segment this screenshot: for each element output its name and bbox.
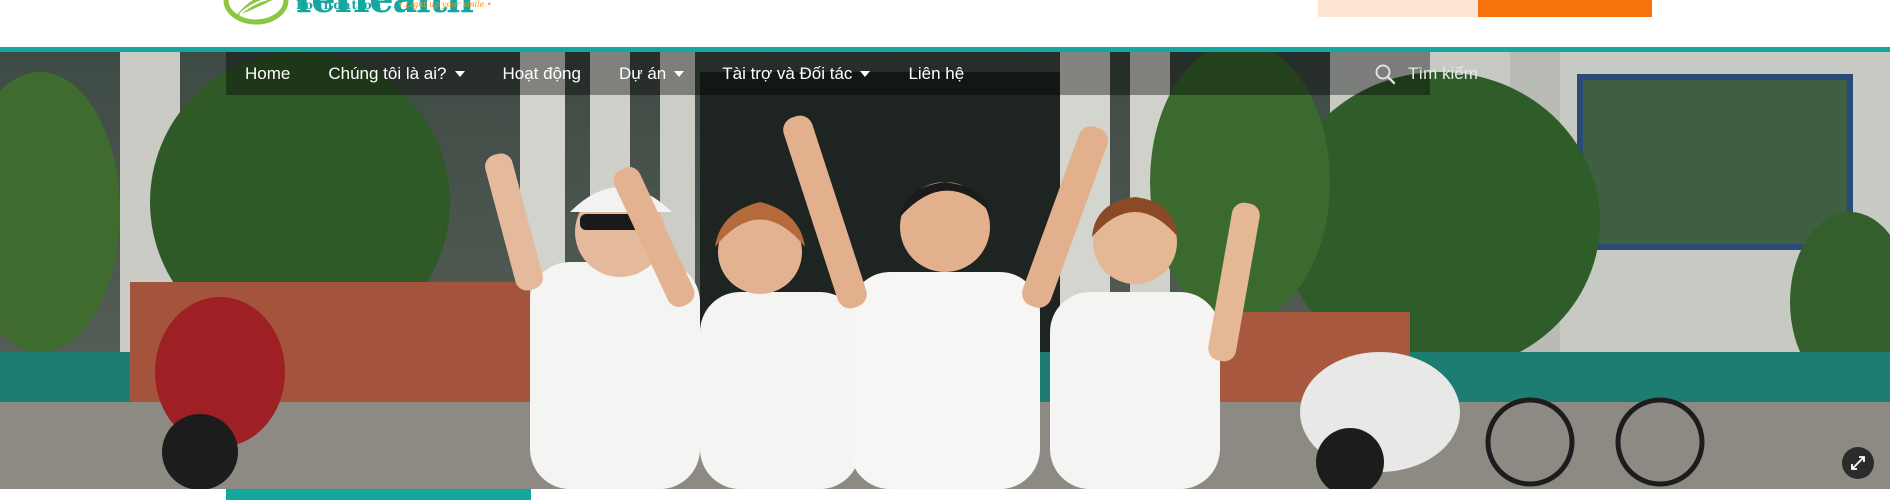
site-logo[interactable]: feHealth Foundation • Light up your smil… (222, 0, 502, 26)
scrollbar-gutter (1890, 0, 1895, 500)
leaf-logo-icon (223, 0, 289, 25)
nav-item-contact[interactable]: Liên hệ (908, 64, 964, 84)
search-icon[interactable] (1374, 63, 1396, 85)
team-waving-photo (0, 52, 1890, 489)
nav-item-who-we-are[interactable]: Chúng tôi là ai? (328, 63, 465, 84)
nav-item-activities[interactable]: Hoạt động (503, 64, 581, 84)
nav-item-home[interactable]: Home (245, 64, 290, 84)
hero-banner (0, 52, 1890, 489)
primary-header-button[interactable] (1478, 0, 1652, 17)
nav-item-label: Dự án (618, 63, 667, 83)
search-box (1374, 52, 1534, 95)
nav-item-label: Liên hệ (908, 63, 965, 83)
caret-down-icon (674, 70, 685, 77)
logo-tagline: • Light up your smile • (398, 0, 492, 9)
section-tab-indicator (226, 489, 531, 500)
nav-item-label: Chúng tôi là ai? (328, 63, 447, 83)
expand-icon (1851, 456, 1865, 470)
caret-down-icon (454, 70, 465, 77)
logo-subtitle: Foundation (296, 0, 383, 12)
expand-image-button[interactable] (1842, 447, 1874, 479)
main-navbar: Home Chúng tôi là ai? Hoạt động Dự án Tà… (226, 52, 1430, 95)
nav-item-label: Home (245, 63, 291, 83)
nav-item-label: Tài trợ và Đối tác (722, 63, 853, 83)
caret-down-icon (860, 70, 871, 77)
nav-item-sponsors-partners[interactable]: Tài trợ và Đối tác (722, 63, 871, 84)
nav-item-label: Hoạt động (502, 63, 581, 83)
top-header: feHealth Foundation • Light up your smil… (0, 0, 1895, 47)
nav-item-projects[interactable]: Dự án (618, 63, 685, 84)
search-input[interactable] (1408, 63, 1528, 84)
secondary-header-button[interactable] (1318, 0, 1478, 17)
